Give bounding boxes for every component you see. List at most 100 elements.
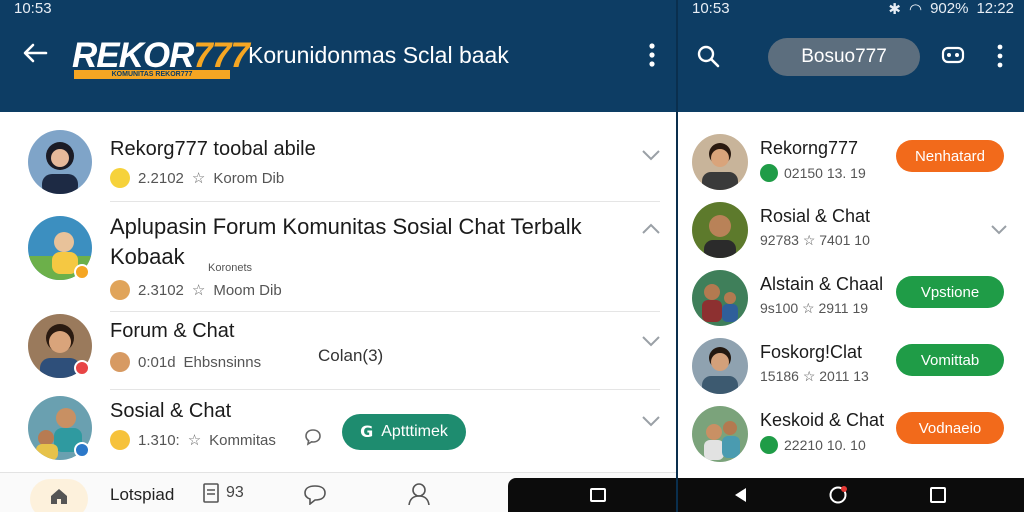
- meta-text: 15186 ☆ 2011 13: [760, 368, 869, 384]
- battery-percent: 902%: [930, 0, 969, 17]
- meta-text: Korom Dib: [213, 169, 285, 187]
- nav-home[interactable]: [30, 479, 88, 512]
- status-time: 10:53: [14, 0, 52, 17]
- item-meta: 1.310: ☆ Kommitas: [110, 430, 276, 450]
- nav-label[interactable]: Lotspiad: [110, 485, 174, 505]
- system-nav-bar: [678, 478, 1024, 512]
- chevron-down-icon[interactable]: [640, 414, 662, 428]
- avatar: [692, 202, 748, 258]
- status-time: 10:53: [692, 0, 730, 17]
- tag-icon: 𝗚: [360, 424, 374, 441]
- item-title: Rosial & Chat: [760, 206, 871, 226]
- verified-icon: [760, 164, 778, 182]
- brand-logo: REKOR777 KOMUNITAS REKOR777: [72, 38, 250, 82]
- home-circle-icon[interactable]: [828, 485, 848, 505]
- app-bar: 10:53 REKOR777 KOMUNITAS REKOR777 Koruni…: [0, 0, 676, 112]
- meta-count: 2.2102: [138, 169, 184, 187]
- item-note: Colan(3): [318, 346, 384, 365]
- list-item[interactable]: Rosial & Chat 92783 ☆ 7401 10: [678, 198, 1024, 264]
- status-badge: [74, 264, 90, 280]
- item-action-button[interactable]: Vodnaeio: [896, 412, 1004, 444]
- emoji-icon: [110, 430, 130, 450]
- status-badge: [74, 442, 90, 458]
- item-meta: 15186 ☆ 2011 13: [760, 368, 869, 385]
- app-bar: 10:53 ✱ ◠ 902% 12:22 Bosuo777: [678, 0, 1024, 112]
- more-vertical-icon[interactable]: [994, 42, 1006, 70]
- item-meta: 2.2102 ☆ Korom Dib: [110, 168, 284, 188]
- avatar: [692, 338, 748, 394]
- avatar: [692, 134, 748, 190]
- item-sub-label: Koronets: [208, 262, 253, 274]
- item-meta: 0:01d Ehbsnsinns: [110, 352, 261, 372]
- meta-text: Ehbsnsinns: [183, 353, 262, 371]
- brand-tagline: KOMUNITAS REKOR777: [74, 70, 230, 79]
- item-meta: 92783 ☆ 7401 10: [760, 232, 870, 249]
- status-clock: 12:22: [976, 0, 1014, 17]
- status-badge: [74, 360, 90, 376]
- item-title: Rekorng777: [760, 138, 859, 158]
- action-label: Aptttimek: [381, 423, 448, 440]
- chevron-down-icon[interactable]: [640, 148, 662, 162]
- wifi-icon: ◠: [908, 1, 923, 18]
- list-item[interactable]: Sosial & Chat 1.310: ☆ Kommitas: [0, 390, 676, 472]
- meta-count: 1.310:: [138, 431, 180, 449]
- avatar: [692, 406, 748, 462]
- meta-text: 22210 10. 10: [784, 437, 866, 453]
- item-action-button[interactable]: Vpstione: [896, 276, 1004, 308]
- star-icon: ☆: [191, 282, 206, 299]
- item-title: Forum & Chat: [110, 320, 235, 342]
- action-button[interactable]: 𝗚 Aptttimek: [342, 414, 466, 450]
- meta-text: Moom Dib: [213, 281, 282, 299]
- item-meta: 02150 13. 19: [760, 164, 866, 182]
- chat-bubble-icon[interactable]: [304, 428, 322, 446]
- chat-list: Rekorg777 toobal abile 2.2102 ☆ Korom Di…: [0, 112, 676, 472]
- avatar-mini-icon: [110, 352, 130, 372]
- back-arrow-icon[interactable]: [20, 38, 50, 68]
- meta-count: 0:01d: [138, 353, 176, 371]
- more-vertical-icon[interactable]: [642, 40, 662, 70]
- item-title: Rekorg777 toobal abile: [110, 138, 316, 160]
- emoji-icon: [110, 168, 130, 188]
- chevron-down-icon[interactable]: [990, 224, 1008, 236]
- group-chat-icon[interactable]: [940, 44, 966, 68]
- meta-text: 02150 13. 19: [784, 165, 866, 181]
- avatar: [692, 270, 748, 326]
- profile-nav-icon[interactable]: [406, 481, 432, 505]
- item-action-button[interactable]: Vomittab: [896, 344, 1004, 376]
- recent-apps-icon[interactable]: [930, 487, 946, 503]
- bluetooth-icon: ✱: [888, 1, 901, 18]
- avatar: [28, 130, 92, 194]
- back-triangle-icon[interactable]: [732, 486, 750, 504]
- status-icons: ✱ ◠ 902% 12:22: [888, 0, 1014, 18]
- item-meta: 2.3102 ☆ Moom Dib: [110, 280, 282, 300]
- item-title: Keskoid & Chat: [760, 410, 885, 430]
- list-item[interactable]: Forum & Chat 0:01d Ehbsnsinns Colan(3): [0, 312, 676, 390]
- item-meta: 9s100 ☆ 2911 19: [760, 300, 868, 317]
- chat-list: Rekorng777 02150 13. 19 Nenhatard Rosial…: [678, 112, 1024, 478]
- brand-chip[interactable]: Bosuo777: [768, 38, 920, 76]
- chevron-down-icon[interactable]: [640, 334, 662, 348]
- list-item[interactable]: Keskoid & Chat 22210 10. 10 Vodnaeio: [678, 402, 1024, 468]
- list-item[interactable]: Rekorng777 02150 13. 19 Nenhatard: [678, 130, 1024, 196]
- star-icon: ☆: [191, 170, 206, 187]
- chevron-up-icon[interactable]: [640, 222, 662, 236]
- item-action-button[interactable]: Nenhatard: [896, 140, 1004, 172]
- item-meta: 22210 10. 10: [760, 436, 866, 454]
- list-item[interactable]: Foskorg!Clat 15186 ☆ 2011 13 Vomittab: [678, 334, 1024, 400]
- document-icon: [203, 483, 219, 503]
- chat-nav-icon[interactable]: [302, 483, 328, 505]
- meta-count: 2.3102: [138, 281, 184, 299]
- home-icon: [51, 489, 67, 504]
- list-item[interactable]: Alstain & Chaal 9s100 ☆ 2911 19 Vpstione: [678, 266, 1024, 332]
- nav-documents[interactable]: 93: [202, 483, 244, 503]
- system-nav-bar: [508, 478, 676, 512]
- list-item[interactable]: Rekorg777 toobal abile 2.2102 ☆ Korom Di…: [0, 112, 676, 202]
- list-item[interactable]: Aplupasin Forum Komunitas Sosial Chat Te…: [0, 202, 676, 312]
- verified-icon: [760, 436, 778, 454]
- item-title: Alstain & Chaal: [760, 274, 884, 294]
- recent-apps-icon[interactable]: [590, 488, 606, 502]
- meta-text: Kommitas: [209, 431, 276, 449]
- left-screen: 10:53 REKOR777 KOMUNITAS REKOR777 Koruni…: [0, 0, 676, 512]
- meta-text: 9s100 ☆ 2911 19: [760, 300, 869, 316]
- search-icon[interactable]: [696, 44, 720, 68]
